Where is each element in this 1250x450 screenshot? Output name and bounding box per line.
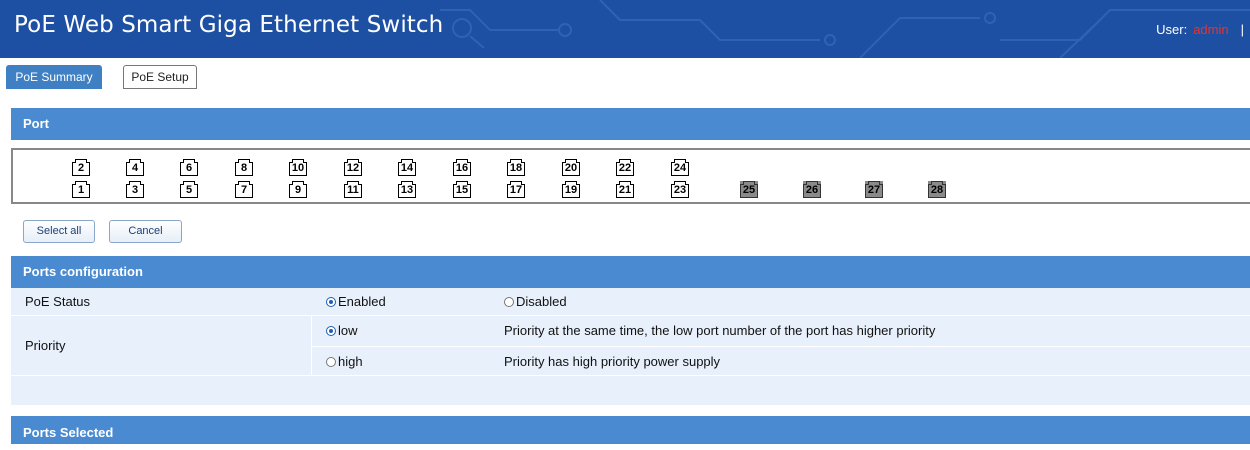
priority-low-description: Priority at the same time, the low port …	[504, 323, 936, 338]
port-panel: 2 4 6 8 10 12 14 16 18 20 22 24 1 3 5 7 …	[11, 148, 1250, 204]
port-13[interactable]: 13	[398, 181, 416, 198]
port-20[interactable]: 20	[562, 159, 580, 176]
poe-disabled-radio[interactable]: Disabled	[504, 294, 567, 309]
port-17[interactable]: 17	[507, 181, 525, 198]
port-28-sfp[interactable]: 28	[928, 181, 946, 198]
port-4[interactable]: 4	[126, 159, 144, 176]
select-all-button[interactable]: Select all	[23, 220, 95, 243]
poe-status-row: PoE Status Enabled Disabled	[11, 288, 1250, 316]
port-8[interactable]: 8	[235, 159, 253, 176]
port-19[interactable]: 19	[562, 181, 580, 198]
radio-checked-icon	[326, 296, 336, 307]
port-11[interactable]: 11	[344, 181, 362, 198]
top-banner: PoE Web Smart Giga Ethernet Switch User:…	[0, 0, 1250, 58]
radio-unchecked-icon	[326, 356, 336, 367]
row-divider	[311, 346, 1250, 347]
ports-configuration-header: Ports configuration	[11, 256, 1250, 288]
port-2[interactable]: 2	[72, 159, 90, 176]
radio-unchecked-icon	[504, 296, 514, 307]
app-title: PoE Web Smart Giga Ethernet Switch	[14, 12, 444, 38]
priority-high-description: Priority has high priority power supply	[504, 354, 721, 369]
config-spacer-row	[11, 376, 1250, 406]
port-15[interactable]: 15	[453, 181, 471, 198]
port-23[interactable]: 23	[671, 181, 689, 198]
tab-poe-setup[interactable]: PoE Setup	[123, 65, 197, 89]
port-1[interactable]: 1	[72, 181, 90, 198]
cancel-button[interactable]: Cancel	[109, 220, 182, 243]
poe-status-label: PoE Status	[25, 294, 91, 309]
priority-label: Priority	[25, 338, 66, 353]
priority-high-radio[interactable]: high	[326, 354, 363, 369]
port-10[interactable]: 10	[289, 159, 307, 176]
port-7[interactable]: 7	[235, 181, 253, 198]
user-info: User: admin |	[1156, 22, 1244, 37]
port-14[interactable]: 14	[398, 159, 416, 176]
priority-row: Priority low Priority at the same time, …	[11, 316, 1250, 376]
tab-poe-summary[interactable]: PoE Summary	[6, 65, 102, 89]
ports-selected-header: Ports Selected	[11, 416, 1250, 444]
port-25-sfp[interactable]: 25	[740, 181, 758, 198]
user-label: User:	[1156, 22, 1188, 37]
user-name[interactable]: admin	[1193, 22, 1228, 37]
priority-low-radio[interactable]: low	[326, 323, 358, 338]
port-24[interactable]: 24	[671, 159, 689, 176]
port-9[interactable]: 9	[289, 181, 307, 198]
port-21[interactable]: 21	[616, 181, 634, 198]
user-separator: |	[1240, 22, 1244, 37]
port-27-sfp[interactable]: 27	[865, 181, 883, 198]
port-26-sfp[interactable]: 26	[803, 181, 821, 198]
port-18[interactable]: 18	[507, 159, 525, 176]
port-3[interactable]: 3	[126, 181, 144, 198]
port-5[interactable]: 5	[180, 181, 198, 198]
port-section-header: Port	[11, 108, 1250, 140]
port-12[interactable]: 12	[344, 159, 362, 176]
port-22[interactable]: 22	[616, 159, 634, 176]
port-6[interactable]: 6	[180, 159, 198, 176]
radio-checked-icon	[326, 325, 336, 336]
poe-enabled-radio[interactable]: Enabled	[326, 294, 386, 309]
port-16[interactable]: 16	[453, 159, 471, 176]
